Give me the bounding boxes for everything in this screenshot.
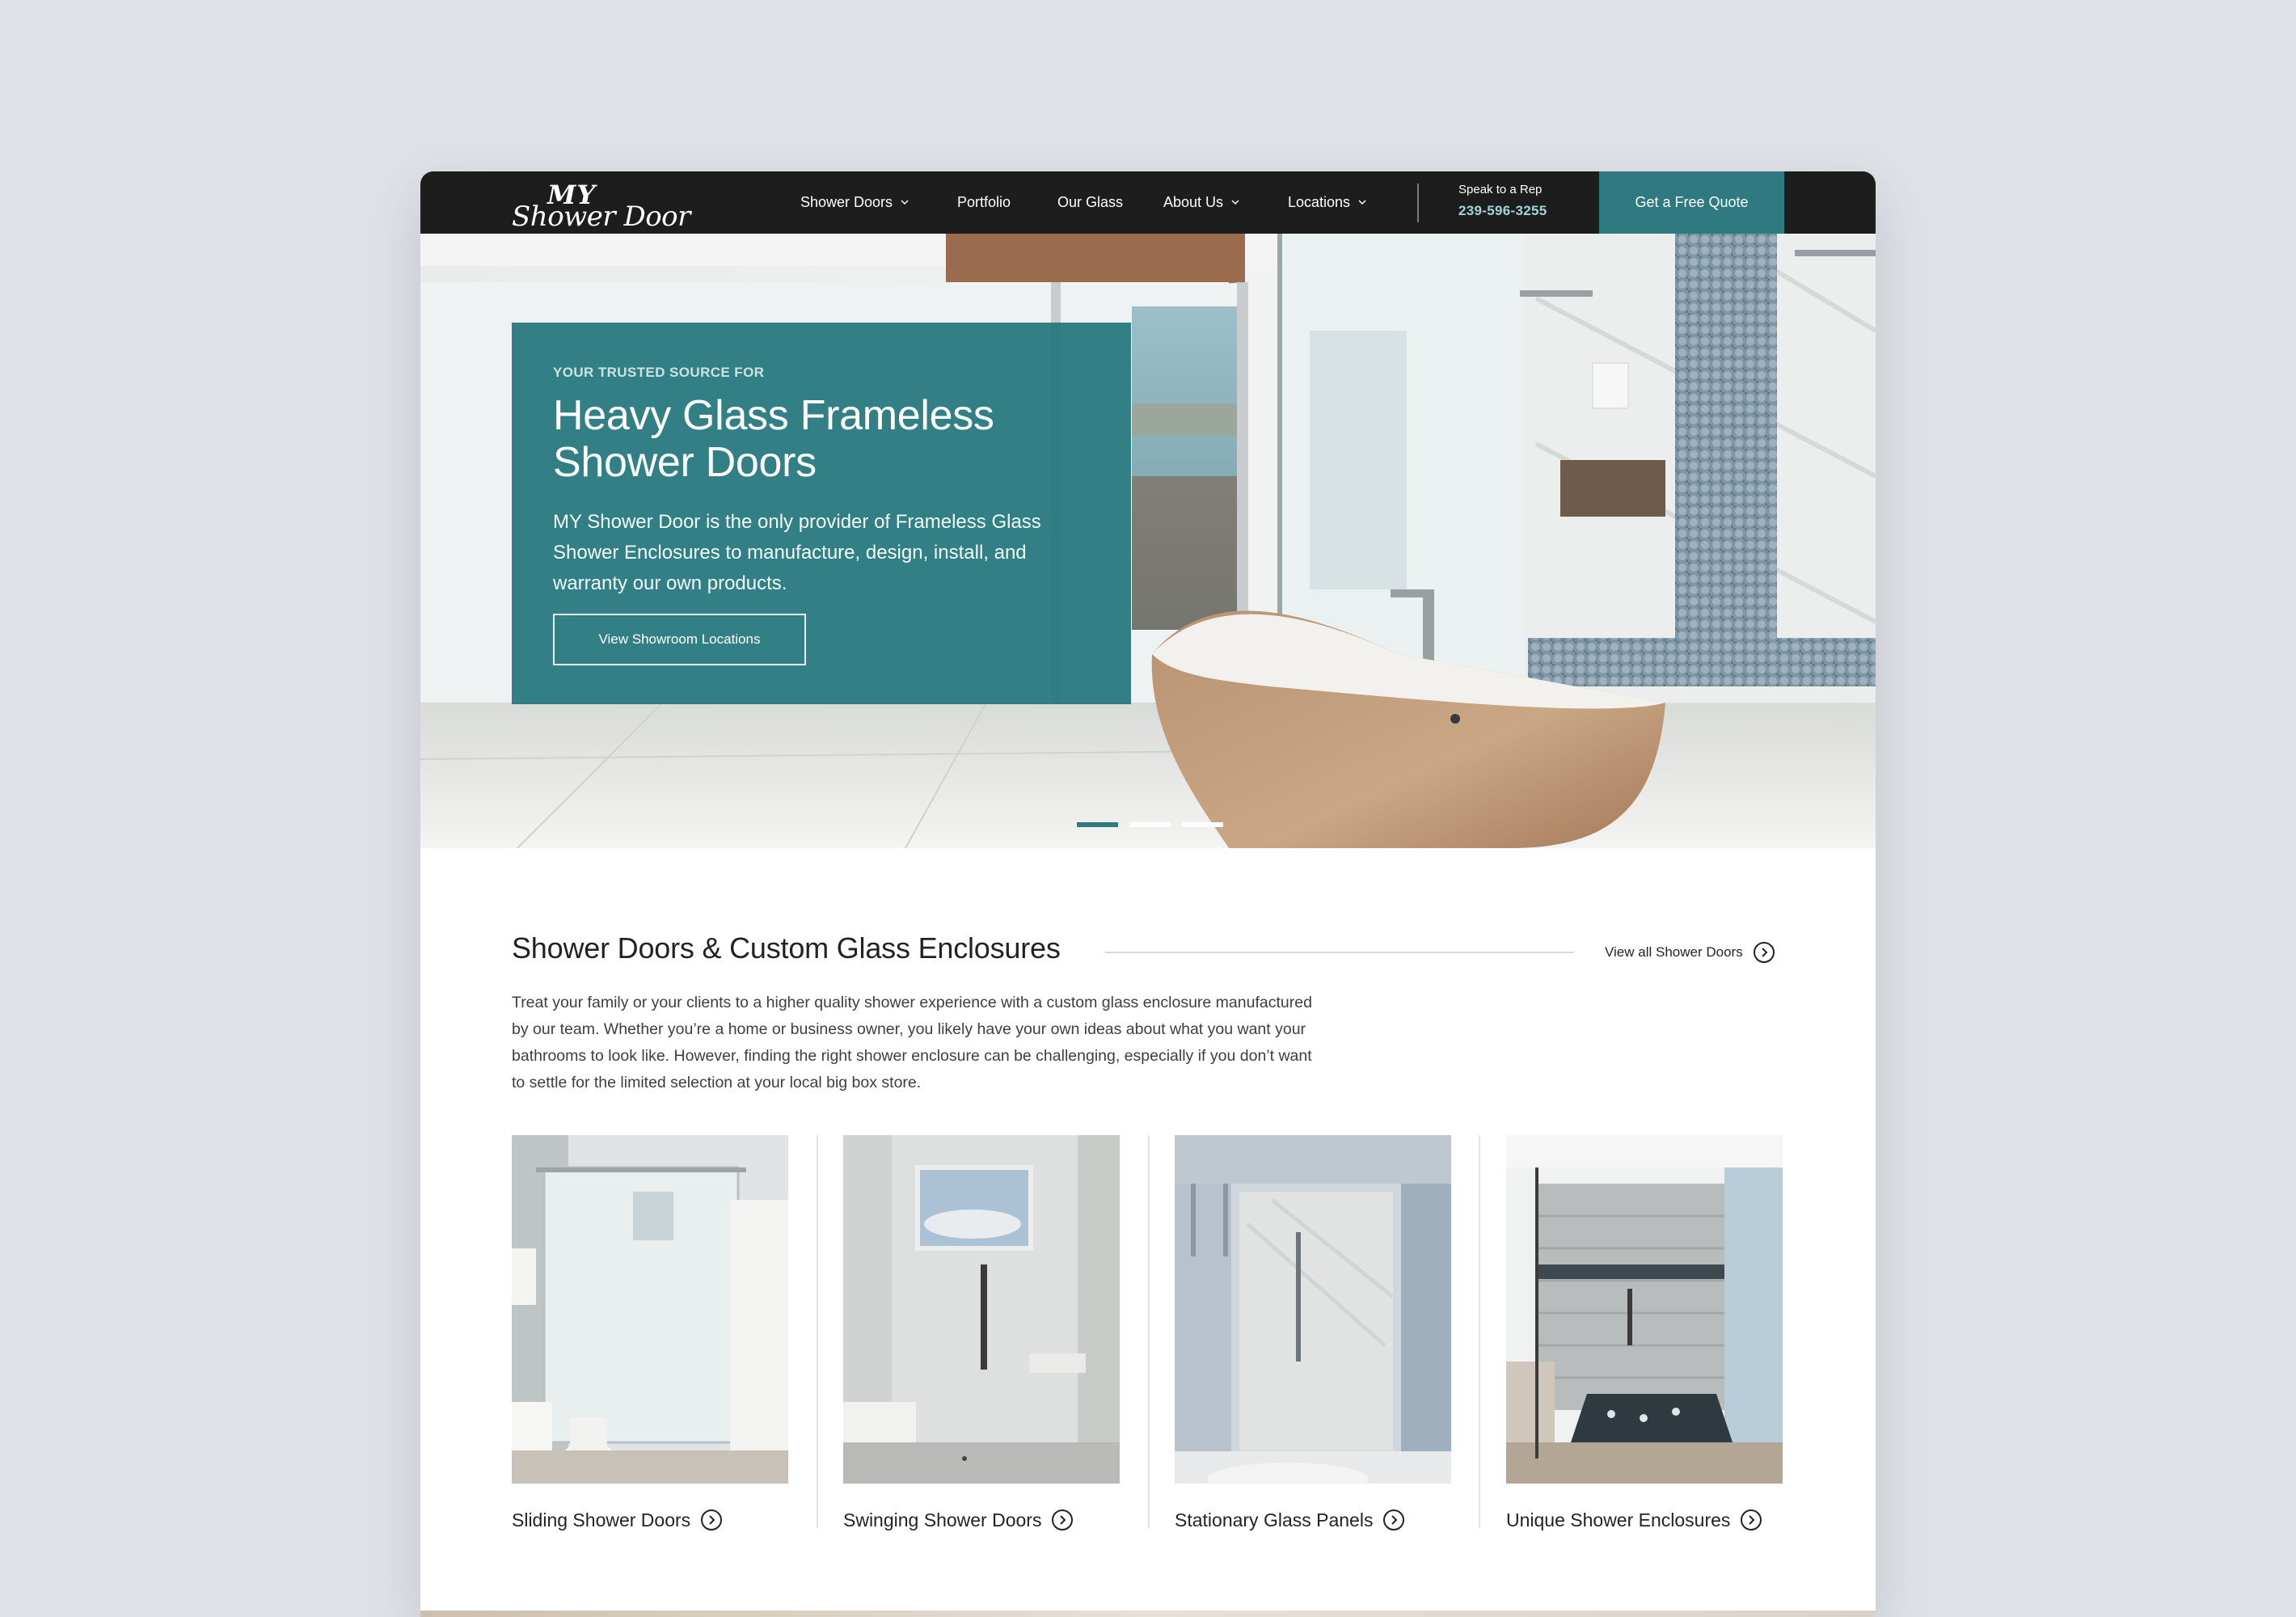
card-divider bbox=[1148, 1135, 1150, 1528]
nav-item-shower-doors[interactable]: Shower Doors bbox=[800, 192, 909, 212]
nav-item-about-us[interactable]: About Us bbox=[1163, 192, 1239, 212]
swinging-shower-image[interactable] bbox=[843, 1135, 1120, 1484]
category-card-unique[interactable]: Unique Shower Enclosures bbox=[1506, 1135, 1783, 1531]
nav-label: Our Glass bbox=[1057, 193, 1124, 210]
stationary-panels-image[interactable] bbox=[1175, 1135, 1451, 1484]
circle-arrow-right-icon bbox=[1753, 942, 1775, 963]
section-description: Treat your family or your clients to a h… bbox=[512, 994, 1312, 1091]
view-showroom-locations-button[interactable]: View Showroom Locations bbox=[553, 614, 806, 665]
section-title: Shower Doors & Custom Glass Enclosures bbox=[512, 931, 1061, 965]
circle-arrow-right-icon bbox=[1741, 1509, 1762, 1530]
category-card-swinging[interactable]: Swinging Shower Doors bbox=[843, 1135, 1120, 1531]
nav-label: About Us bbox=[1163, 193, 1224, 210]
circle-arrow-right-icon bbox=[701, 1509, 723, 1530]
logo-shower-door: Shower Door bbox=[512, 201, 690, 233]
slider-dot-1[interactable] bbox=[1077, 822, 1118, 827]
slider-pagination bbox=[1077, 822, 1223, 827]
circle-arrow-right-icon bbox=[1383, 1509, 1405, 1530]
nav-item-portfolio[interactable]: Portfolio bbox=[957, 192, 1011, 212]
rep-label: Speak to a Rep bbox=[1458, 183, 1543, 196]
nav-label: Locations bbox=[1288, 193, 1351, 210]
chevron-down-icon bbox=[1231, 200, 1239, 205]
hero-eyebrow: YOUR TRUSTED SOURCE FOR bbox=[553, 365, 765, 380]
card-label-text: Stationary Glass Panels bbox=[1175, 1509, 1374, 1530]
browser-frame: MY Shower Door Shower Doors Portfolio Ou… bbox=[420, 171, 1876, 1617]
section-divider bbox=[1105, 952, 1574, 953]
view-all-label: View all Shower Doors bbox=[1605, 944, 1743, 960]
hero-description: MY Shower Door is the only provider of F… bbox=[553, 511, 1041, 594]
card-divider bbox=[817, 1135, 818, 1528]
category-card-sliding[interactable]: Sliding Shower Doors bbox=[512, 1135, 788, 1531]
chevron-down-icon bbox=[901, 200, 909, 205]
card-link[interactable]: Unique Shower Enclosures bbox=[1506, 1509, 1762, 1531]
unique-enclosure-image[interactable] bbox=[1506, 1135, 1783, 1484]
speak-to-rep[interactable]: Speak to a Rep 239-596-3255 bbox=[1458, 183, 1547, 219]
category-card-stationary[interactable]: Stationary Glass Panels bbox=[1175, 1135, 1451, 1531]
get-free-quote-button[interactable]: Get a Free Quote bbox=[1599, 171, 1784, 234]
site-logo[interactable]: MY Shower Door bbox=[512, 179, 690, 233]
nav-label: Portfolio bbox=[957, 193, 1011, 210]
slider-dot-3[interactable] bbox=[1182, 822, 1223, 827]
nav-item-our-glass[interactable]: Our Glass bbox=[1057, 192, 1123, 212]
card-label-text: Swinging Shower Doors bbox=[843, 1509, 1042, 1530]
top-navbar: MY Shower Door Shower Doors Portfolio Ou… bbox=[420, 171, 1876, 234]
nav-divider bbox=[1417, 184, 1419, 222]
hero-title: Heavy Glass Frameless Shower Doors bbox=[553, 392, 994, 486]
circle-arrow-right-icon bbox=[1052, 1509, 1074, 1530]
card-label-text: Unique Shower Enclosures bbox=[1506, 1509, 1731, 1530]
hero-slider: YOUR TRUSTED SOURCE FOR Heavy Glass Fram… bbox=[420, 234, 1876, 848]
card-link[interactable]: Swinging Shower Doors bbox=[843, 1509, 1074, 1531]
card-link[interactable]: Sliding Shower Doors bbox=[512, 1509, 723, 1531]
view-all-shower-doors-link[interactable]: View all Shower Doors bbox=[1605, 941, 1775, 964]
card-label-text: Sliding Shower Doors bbox=[512, 1509, 691, 1530]
nav-item-locations[interactable]: Locations bbox=[1288, 192, 1366, 212]
sliding-shower-image[interactable] bbox=[512, 1135, 788, 1484]
rep-phone-link[interactable]: 239-596-3255 bbox=[1458, 203, 1547, 219]
slider-dot-2[interactable] bbox=[1129, 822, 1171, 827]
card-link[interactable]: Stationary Glass Panels bbox=[1175, 1509, 1405, 1531]
chevron-down-icon bbox=[1358, 200, 1366, 205]
card-divider bbox=[1479, 1135, 1480, 1528]
next-section-edge bbox=[420, 1611, 1876, 1617]
hero-card: YOUR TRUSTED SOURCE FOR Heavy Glass Fram… bbox=[512, 323, 1131, 704]
nav-label: Shower Doors bbox=[800, 193, 893, 210]
